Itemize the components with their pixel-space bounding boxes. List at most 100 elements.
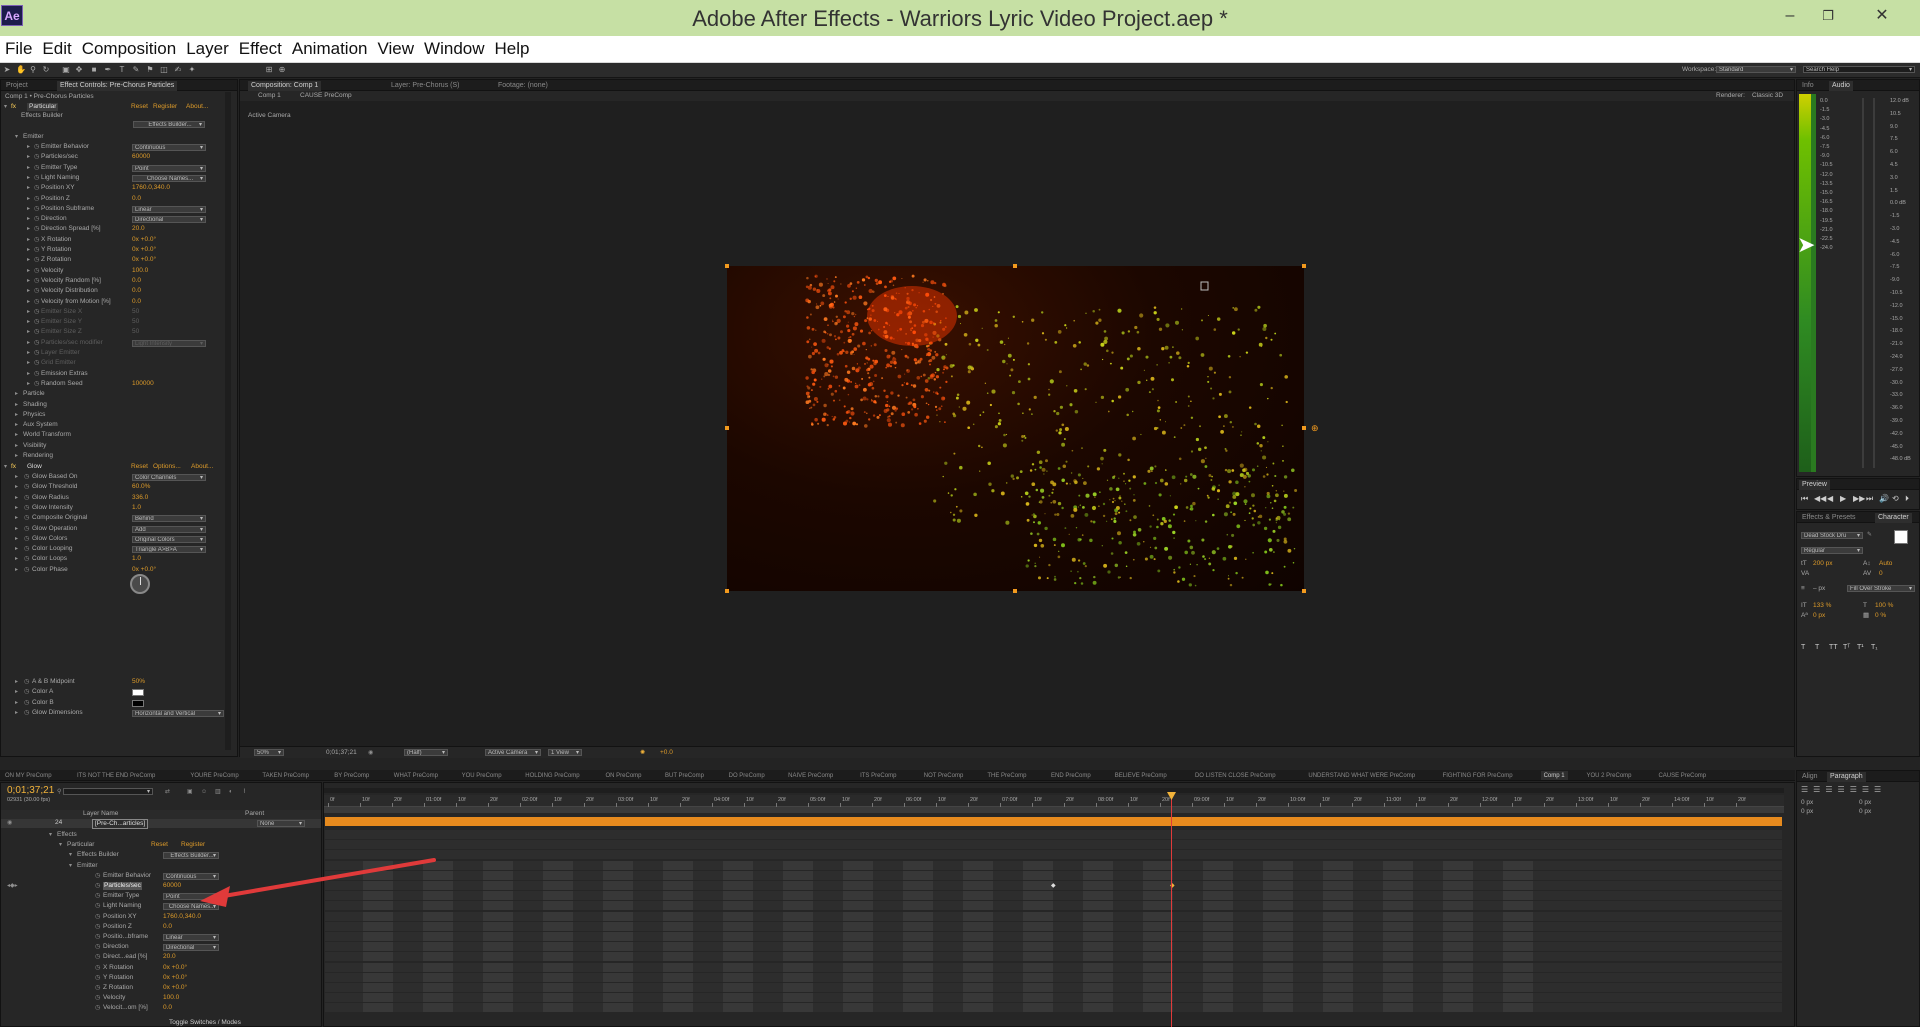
current-time-display[interactable]: 0;01;37;21 (326, 749, 357, 757)
stopwatch-icon[interactable]: ◷ (34, 153, 39, 161)
tab-do-listen-close-precomp[interactable]: DO LISTEN CLOSE PreComp (1192, 771, 1279, 780)
stopwatch-icon[interactable]: ◷ (24, 504, 29, 512)
type-tool-icon[interactable]: T (118, 66, 126, 74)
frame-blending-icon[interactable]: ▥ (215, 788, 221, 796)
type-style-button-1[interactable]: T (1815, 644, 1819, 652)
color-swatch-color-b[interactable] (132, 699, 144, 707)
tab-paragraph[interactable]: Paragraph (1827, 772, 1866, 782)
property-value-position-xy[interactable]: 1760.0,340.0 (132, 184, 170, 192)
property-value-emitter-size-x[interactable]: 50 (132, 308, 139, 316)
keyframe-track-row[interactable] (325, 891, 1782, 901)
expand-triangle-icon[interactable]: ▸ (15, 566, 18, 574)
group-particle[interactable]: Particle (23, 390, 45, 398)
timeline-search-input[interactable] (63, 788, 153, 795)
stopwatch-icon[interactable]: ◷ (34, 225, 39, 233)
stopwatch-icon[interactable]: ◷ (24, 688, 29, 696)
tab-you-precomp[interactable]: YOU PreComp (459, 771, 505, 780)
eyedropper-icon[interactable]: ✎ (1867, 531, 1872, 539)
snapping-icon[interactable]: ⊞ (265, 66, 273, 74)
keyframe-track-row[interactable] (325, 850, 1782, 860)
timeline-label-effects-builder[interactable]: Effects Builder (77, 851, 119, 859)
tab-align[interactable]: Align (1799, 772, 1821, 782)
selection-tool-icon[interactable]: ➤ (3, 66, 11, 74)
expand-triangle-icon[interactable]: ▸ (15, 535, 18, 543)
leading-value[interactable]: Auto (1879, 560, 1892, 568)
timeline-label-effects[interactable]: Effects (57, 831, 77, 839)
stopwatch-icon[interactable]: ◷ (34, 339, 39, 347)
stopwatch-icon[interactable]: ◷ (34, 349, 39, 357)
stopwatch-icon[interactable]: ◷ (34, 164, 39, 172)
keyframe-track-row[interactable] (325, 1003, 1782, 1013)
expand-triangle-icon[interactable]: ▸ (27, 318, 30, 326)
shy-icon[interactable]: ☺ (201, 788, 207, 796)
menu-animation[interactable]: Animation (287, 36, 373, 62)
tracking-value[interactable]: 0 (1879, 570, 1883, 578)
layer-handle[interactable] (725, 264, 729, 268)
tab-believe-precomp[interactable]: BELIEVE PreComp (1112, 771, 1170, 780)
expand-triangle-icon[interactable]: ▸ (15, 525, 18, 533)
draft-3d-icon[interactable]: ▣ (187, 788, 193, 796)
expand-triangle-icon[interactable]: ▸ (15, 411, 18, 419)
tab-the-precomp[interactable]: THE PreComp (984, 771, 1029, 780)
effect-controls-scrollbar[interactable] (225, 92, 231, 750)
effects-builder-button[interactable]: Effects Builder... (133, 121, 205, 128)
stopwatch-icon[interactable]: ◷ (24, 678, 29, 686)
hand-tool-icon[interactable]: ✋ (16, 66, 26, 74)
group-aux-system[interactable]: Aux System (23, 421, 58, 429)
resolution-select[interactable]: (Half) (404, 749, 448, 756)
expand-triangle-icon[interactable]: ▸ (15, 483, 18, 491)
type-style-button-5[interactable]: T₁ (1871, 644, 1878, 652)
glow-value-glow-threshold[interactable]: 60.0% (132, 483, 150, 491)
eraser-tool-icon[interactable]: ◫ (160, 66, 168, 74)
expand-triangle-icon[interactable]: ▸ (15, 688, 18, 696)
stopwatch-icon[interactable]: ◷ (95, 872, 100, 880)
camera-select[interactable]: Active Camera (485, 749, 541, 756)
tab-cause-precomp[interactable]: CAUSE PreComp (1655, 771, 1709, 780)
stopwatch-icon[interactable]: ◷ (34, 370, 39, 378)
expand-triangle-icon[interactable]: ▸ (27, 370, 30, 378)
stopwatch-icon[interactable]: ◷ (34, 174, 39, 182)
stopwatch-icon[interactable]: ◷ (95, 943, 100, 951)
property-value-velocity-from-motion[interactable]: 0.0 (132, 298, 141, 306)
mute-icon[interactable]: 🔊 (1879, 495, 1889, 503)
layer-duration-bar[interactable] (325, 817, 1782, 826)
expand-triangle-icon[interactable]: ▸ (15, 545, 18, 553)
expand-triangle-icon[interactable]: ▸ (27, 225, 30, 233)
glow-value-glow-radius[interactable]: 336.0 (132, 494, 148, 502)
expand-triangle-icon[interactable]: ▸ (27, 256, 30, 264)
indent-first-value[interactable]: 0 px (1801, 808, 1813, 816)
exposure-value[interactable]: +0.0 (660, 749, 673, 757)
expand-triangle-icon[interactable]: ▾ (49, 831, 52, 839)
property-select-direction[interactable]: Directional (132, 216, 206, 224)
layer-handle[interactable] (1013, 589, 1017, 593)
renderer-value[interactable]: Classic 3D (1752, 92, 1783, 100)
tab-info[interactable]: Info (1799, 81, 1817, 91)
search-icon[interactable]: ⚲ (57, 788, 61, 796)
property-value-emitter-size-y[interactable]: 50 (132, 318, 139, 326)
expand-triangle-icon[interactable]: ▾ (4, 103, 7, 111)
expand-triangle-icon[interactable]: ▸ (15, 494, 18, 502)
stopwatch-icon[interactable]: ◷ (24, 494, 29, 502)
menu-view[interactable]: View (373, 36, 420, 62)
stopwatch-icon[interactable]: ◷ (24, 709, 29, 717)
stroke-width-value[interactable]: – px (1813, 585, 1825, 593)
property-button-light-naming[interactable]: Choose Names... (132, 174, 206, 182)
property-value-particles-sec[interactable]: 60000 (132, 153, 150, 161)
expand-triangle-icon[interactable]: ▸ (27, 164, 30, 172)
tab-effects-presets[interactable]: Effects & Presets (1799, 513, 1859, 523)
tab-effect-controls[interactable]: Effect Controls: Pre-Chorus Particles (57, 81, 178, 91)
tsume-value[interactable]: 0 % (1875, 612, 1886, 620)
glow-value-color-loops[interactable]: 1.0 (132, 555, 141, 563)
effect-name-glow[interactable]: Glow (27, 463, 42, 471)
keyframe-track-row[interactable] (325, 942, 1782, 952)
expand-triangle-icon[interactable]: ▸ (15, 421, 18, 429)
tab-naive-precomp[interactable]: NAIVE PreComp (785, 771, 836, 780)
keyframe-track-row[interactable] (325, 983, 1782, 992)
property-select-particles-sec-modifier[interactable]: Light Intensity (132, 339, 206, 347)
stopwatch-icon[interactable]: ◷ (95, 892, 100, 900)
tab-project[interactable]: Project (3, 81, 31, 91)
keyframe-track-row[interactable] (325, 901, 1782, 911)
group-physics[interactable]: Physics (23, 411, 45, 419)
expand-triangle-icon[interactable]: ▸ (27, 195, 30, 203)
timeline-value-velocit-om[interactable]: 0.0 (163, 1004, 172, 1012)
